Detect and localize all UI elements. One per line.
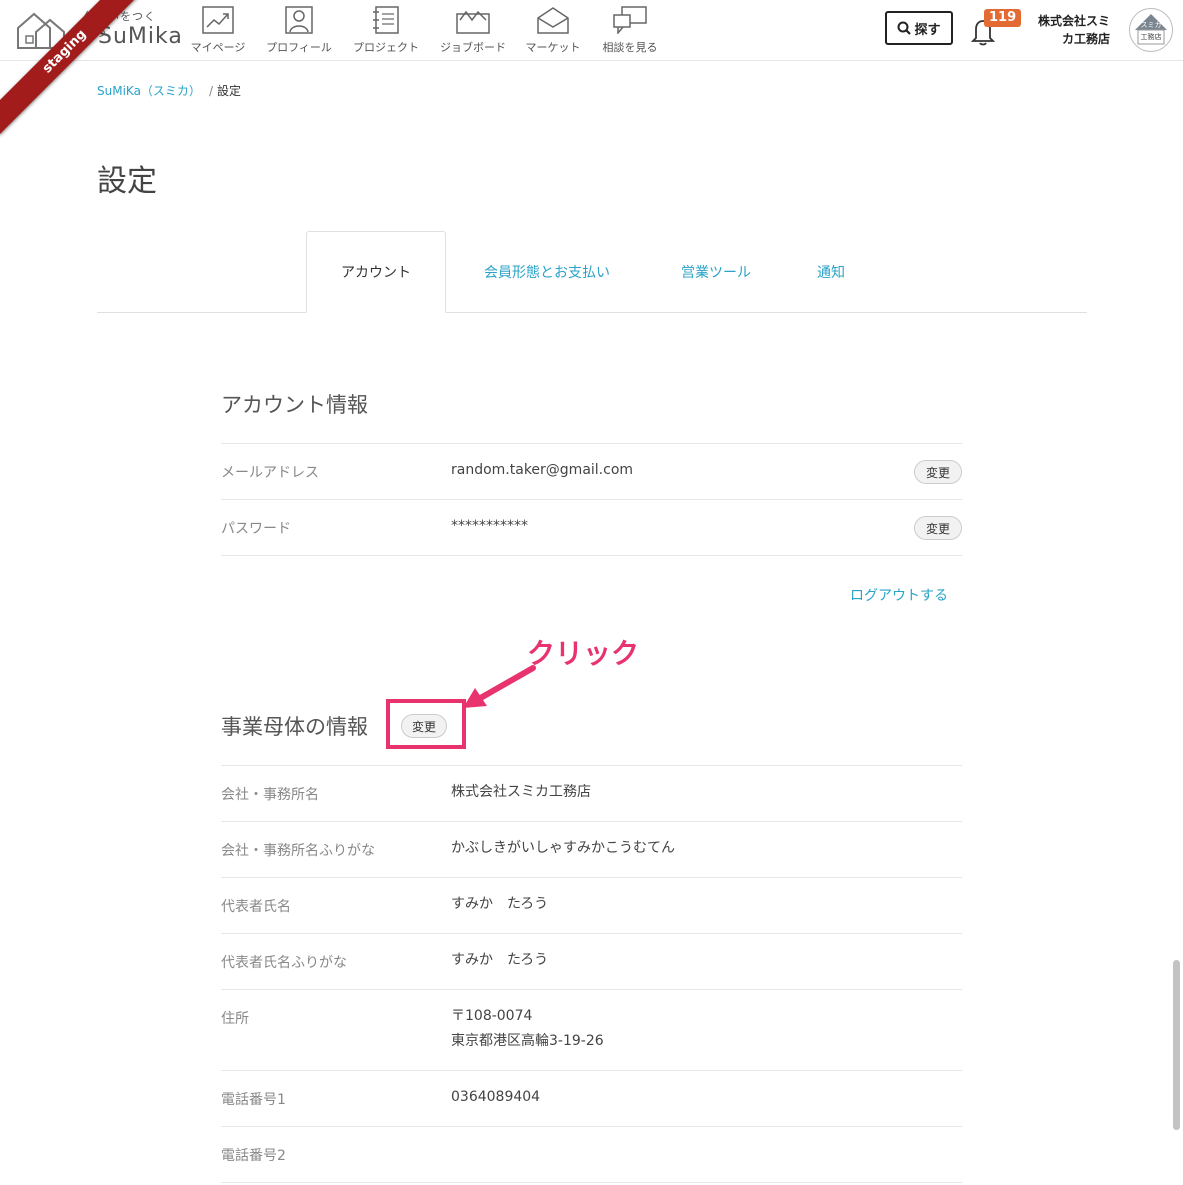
page-title: 設定 — [97, 164, 157, 199]
nav-item-mypage[interactable]: マイページ — [178, 6, 258, 55]
avatar[interactable]: スミカ 工務店 — [1129, 8, 1173, 52]
representative-value: すみか たろう — [451, 896, 549, 912]
vertical-scrollbar[interactable] — [1173, 960, 1180, 1130]
annotation-highlight-box — [386, 699, 466, 749]
nav-label-mypage: マイページ — [190, 41, 246, 54]
breadcrumb-current: 設定 — [216, 84, 241, 98]
avatar-text-line2: 工務店 — [1140, 33, 1162, 41]
company-name-value: 株式会社スミカ工務店 — [451, 784, 591, 800]
breadcrumb: SuMiKa（スミカ） / 設定 — [97, 82, 241, 99]
user-profile-icon — [285, 6, 313, 34]
nav-label-project: プロジェクト — [353, 41, 419, 54]
company-name[interactable]: 株式会社スミ カ工務店 — [1030, 12, 1110, 48]
representative-row: 代表者氏名 すみか たろう — [221, 877, 962, 934]
nav-label-market: マーケット — [525, 41, 581, 54]
company-name-line2: カ工務店 — [1061, 32, 1110, 46]
phone1-value: 0364089404 — [451, 1089, 541, 1105]
password-value: *********** — [451, 518, 528, 534]
password-row: パスワード *********** — [221, 499, 962, 556]
address-street: 東京都港区高輪3-19-26 — [451, 1033, 604, 1049]
business-info-title: 事業母体の情報 — [221, 715, 368, 739]
company-kana-label: 会社・事務所名ふりがな — [221, 843, 375, 859]
tab-notifications[interactable]: 通知 — [800, 231, 862, 313]
phone1-label: 電話番号1 — [221, 1092, 286, 1108]
email-label: メールアドレス — [221, 465, 319, 481]
nav-label-jobboard: ジョブボード — [440, 41, 506, 54]
phone2-label: 電話番号2 — [221, 1148, 286, 1164]
company-name-row: 会社・事務所名 株式会社スミカ工務店 — [221, 765, 962, 822]
address-row: 住所 〒108-0074 東京都港区高輪3-19-26 — [221, 989, 962, 1071]
email-change-button[interactable]: 変更 — [914, 460, 962, 484]
email-row: メールアドレス random.taker@gmail.com — [221, 443, 962, 500]
company-name-label: 会社・事務所名 — [221, 787, 319, 803]
business-bottom-divider — [221, 1182, 962, 1183]
password-label: パスワード — [221, 521, 291, 537]
nav-item-consult[interactable]: 相談を見る — [590, 6, 670, 55]
logo-wordmark: SuMika — [98, 24, 183, 49]
representative-label: 代表者氏名 — [221, 899, 291, 915]
company-kana-row: 会社・事務所名ふりがな かぶしきがいしゃすみかこうむてん — [221, 821, 962, 878]
tab-sales-tools[interactable]: 営業ツール — [662, 231, 770, 313]
search-button-label: 探す — [914, 22, 941, 38]
phone1-row: 電話番号1 0364089404 — [221, 1070, 962, 1127]
chart-trend-icon — [202, 6, 234, 34]
search-button[interactable]: 探す — [885, 11, 953, 45]
email-value: random.taker@gmail.com — [451, 462, 634, 478]
tab-account[interactable]: アカウント — [306, 231, 446, 313]
company-kana-value: かぶしきがいしゃすみかこうむてん — [451, 840, 675, 856]
nav-item-market[interactable]: マーケット — [513, 6, 593, 55]
tab-membership-payment[interactable]: 会員形態とお支払い — [462, 231, 632, 313]
representative-kana-label: 代表者氏名ふりがな — [221, 955, 347, 971]
nav-label-profile: プロフィール — [266, 41, 332, 54]
annotation-arrow-icon — [463, 665, 536, 708]
account-info-title: アカウント情報 — [221, 393, 368, 417]
representative-kana-value: すみか たろう — [451, 952, 549, 968]
jobboard-icon — [456, 10, 490, 34]
nav-item-project[interactable]: プロジェクト — [346, 6, 426, 55]
logout-link[interactable]: ログアウトする — [850, 585, 948, 605]
chat-bubbles-icon — [613, 6, 647, 34]
nav-label-consult: 相談を見る — [602, 41, 658, 54]
notebook-icon — [373, 6, 399, 34]
market-icon — [537, 7, 569, 34]
address-label: 住所 — [221, 1011, 249, 1027]
nav-item-profile[interactable]: プロフィール — [259, 6, 339, 55]
address-value: 〒108-0074 東京都港区高輪3-19-26 — [451, 1004, 604, 1054]
nav-item-jobboard[interactable]: ジョブボード — [433, 6, 513, 55]
account-bottom-divider — [221, 555, 962, 556]
breadcrumb-separator: / — [208, 84, 213, 98]
breadcrumb-home-link[interactable]: SuMiKa（スミカ） — [97, 84, 201, 98]
notification-badge: 119 — [984, 9, 1022, 27]
house-avatar-icon — [1135, 14, 1167, 45]
phone2-row: 電話番号2 — [221, 1126, 962, 1183]
top-header: 住まいをつくろう SuMika staging マイページ プロフィール プロ — [0, 0, 1183, 135]
search-icon — [897, 21, 912, 35]
company-name-line1: 株式会社スミ — [1037, 14, 1110, 28]
representative-kana-row: 代表者氏名ふりがな すみか たろう — [221, 933, 962, 990]
address-postal-code: 〒108-0074 — [451, 1008, 533, 1024]
password-change-button[interactable]: 変更 — [914, 516, 962, 540]
avatar-text-line1: スミカ — [1140, 21, 1162, 29]
